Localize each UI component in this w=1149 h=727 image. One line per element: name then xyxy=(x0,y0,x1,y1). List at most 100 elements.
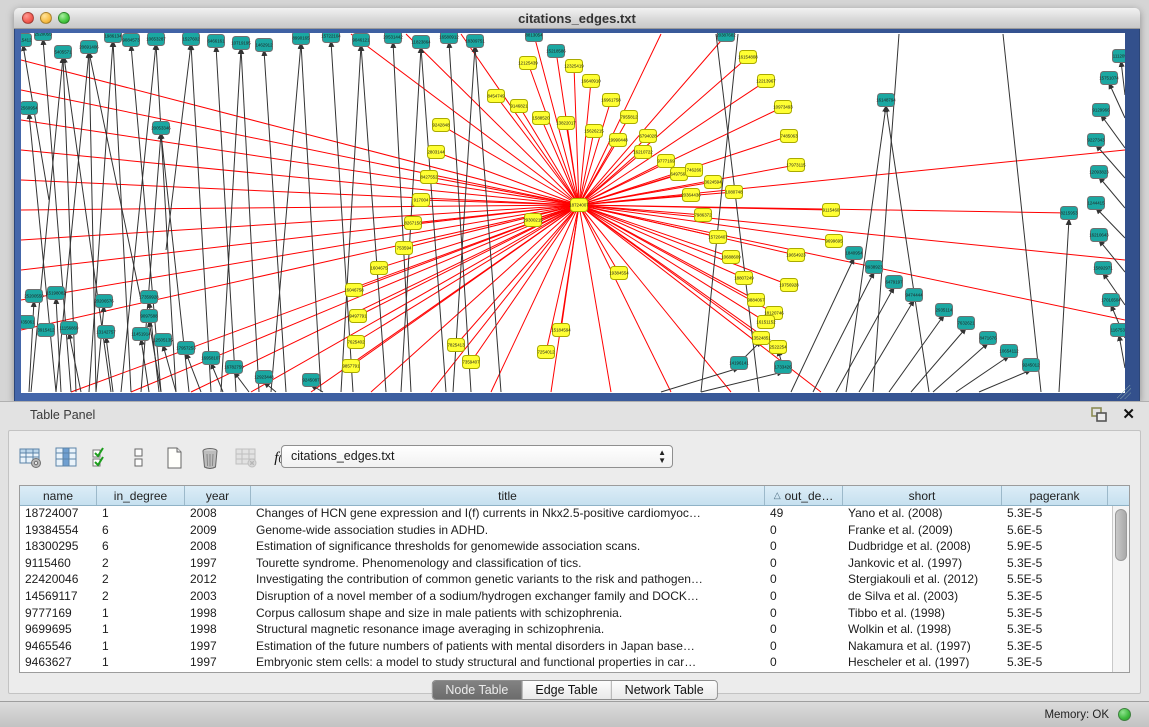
table-cell[interactable]: 5.3E-5 xyxy=(1002,589,1108,606)
graph-node[interactable] xyxy=(553,324,570,337)
graph-node[interactable] xyxy=(413,36,430,49)
graph-edge[interactable] xyxy=(701,372,783,392)
graph-edge[interactable] xyxy=(191,44,211,392)
graph-node[interactable] xyxy=(488,90,505,103)
table-cell[interactable]: 1998 xyxy=(185,606,251,623)
graph-node[interactable] xyxy=(405,217,422,230)
table-cell[interactable]: 0 xyxy=(765,606,843,623)
graph-node[interactable] xyxy=(96,295,113,308)
table-cell[interactable]: Wolkin et al. (1998) xyxy=(843,622,1002,639)
graph-node[interactable] xyxy=(256,39,273,52)
table-cell[interactable]: Investigating the contribution of common… xyxy=(251,572,765,589)
graph-node[interactable] xyxy=(153,122,170,135)
graph-edge[interactable] xyxy=(216,46,236,392)
table-row[interactable]: 2242004622012Investigating the contribut… xyxy=(20,572,1112,589)
window-titlebar[interactable]: citations_edges.txt xyxy=(14,8,1140,29)
graph-node[interactable] xyxy=(105,33,122,43)
table-cell[interactable]: de Silva et al. (2003) xyxy=(843,589,1002,606)
graph-node[interactable] xyxy=(635,146,652,159)
graph-node[interactable] xyxy=(433,119,450,132)
graph-edge[interactable] xyxy=(579,35,726,205)
graph-node[interactable] xyxy=(758,75,775,88)
graph-node[interactable] xyxy=(788,159,805,172)
graph-edge[interactable] xyxy=(471,205,579,362)
graph-edge[interactable] xyxy=(1059,219,1069,392)
graph-edge[interactable] xyxy=(241,48,259,392)
table-cell[interactable]: 0 xyxy=(765,556,843,573)
graph-node[interactable] xyxy=(1095,262,1112,275)
graph-node[interactable] xyxy=(208,35,225,48)
graph-node[interactable] xyxy=(1101,72,1118,85)
graph-node[interactable] xyxy=(226,361,243,374)
graph-node[interactable] xyxy=(781,279,798,292)
table-cell[interactable]: Estimation of significance thresholds fo… xyxy=(251,539,765,556)
table-cell[interactable]: 0 xyxy=(765,523,843,540)
graph-node[interactable] xyxy=(583,75,600,88)
table-cell[interactable]: 1997 xyxy=(185,639,251,656)
table-cell[interactable]: 1997 xyxy=(185,556,251,573)
graph-node[interactable] xyxy=(35,33,52,41)
graph-node[interactable] xyxy=(1001,345,1018,358)
graph-node[interactable] xyxy=(958,317,975,330)
table-cell[interactable]: Estimation of the future numbers of pati… xyxy=(251,639,765,656)
table-cell[interactable]: 5.5E-5 xyxy=(1002,572,1108,589)
graph-node[interactable] xyxy=(611,267,628,280)
table-cell[interactable]: 2 xyxy=(97,589,185,606)
table-cell[interactable]: 19384554 xyxy=(20,523,97,540)
vertical-scrollbar[interactable] xyxy=(1112,506,1129,672)
table-cell[interactable]: 5.3E-5 xyxy=(1002,506,1108,523)
graph-node[interactable] xyxy=(886,276,903,289)
graph-edge[interactable] xyxy=(836,287,894,392)
graph-edge[interactable] xyxy=(21,205,579,210)
graph-edge[interactable] xyxy=(271,43,301,392)
graph-edge[interactable] xyxy=(579,205,731,392)
graph-node[interactable] xyxy=(658,155,675,168)
table-cell[interactable]: 1998 xyxy=(185,622,251,639)
graph-node[interactable] xyxy=(1061,207,1078,220)
graph-node[interactable] xyxy=(1088,134,1105,147)
graph-edge[interactable] xyxy=(21,205,579,270)
graph-node[interactable] xyxy=(695,209,712,222)
table-row[interactable]: 977716911998Corpus callosum shape and si… xyxy=(20,606,1112,623)
graph-edge[interactable] xyxy=(889,315,944,392)
table-cell[interactable]: 1 xyxy=(97,606,185,623)
graph-edge[interactable] xyxy=(1121,61,1125,95)
graph-node[interactable] xyxy=(731,357,748,370)
table-cell[interactable]: 5.9E-5 xyxy=(1002,539,1108,556)
graph-node[interactable] xyxy=(823,204,840,217)
graph-edge[interactable] xyxy=(96,306,104,392)
graph-node[interactable] xyxy=(980,332,997,345)
graph-node[interactable] xyxy=(26,290,43,303)
graph-node[interactable] xyxy=(610,134,627,147)
graph-node[interactable] xyxy=(396,242,413,255)
graph-node[interactable] xyxy=(686,164,703,177)
graph-node[interactable] xyxy=(1111,324,1126,337)
graph-node[interactable] xyxy=(293,33,310,45)
tab-network-table[interactable]: Network Table xyxy=(612,681,717,699)
graph-node[interactable] xyxy=(323,33,340,43)
delete-table-icon[interactable] xyxy=(233,445,260,471)
graph-node[interactable] xyxy=(1093,104,1110,117)
table-mode-icon[interactable] xyxy=(17,445,44,471)
table-cell[interactable]: Embryonic stem cells: a model to study s… xyxy=(251,655,765,672)
graph-node[interactable] xyxy=(1091,166,1108,179)
graph-node[interactable] xyxy=(726,186,743,199)
graph-node[interactable] xyxy=(758,316,775,329)
graph-edge[interactable] xyxy=(191,205,579,392)
table-cell[interactable]: 2009 xyxy=(185,523,251,540)
table-cell[interactable]: 49 xyxy=(765,506,843,523)
table-row[interactable]: 946554611997Estimation of the future num… xyxy=(20,639,1112,656)
table-select-dropdown[interactable]: citations_edges.txt ▲▼ xyxy=(281,445,673,468)
new-column-icon[interactable] xyxy=(161,445,188,471)
graph-node[interactable] xyxy=(385,33,402,44)
graph-node[interactable] xyxy=(178,342,195,355)
graph-node[interactable] xyxy=(183,33,200,46)
graph-node[interactable] xyxy=(441,33,458,44)
graph-node[interactable] xyxy=(571,199,588,212)
graph-edge[interactable] xyxy=(574,66,579,205)
graph-node[interactable] xyxy=(155,334,172,347)
table-cell[interactable]: Hescheler et al. (1997) xyxy=(843,655,1002,672)
graph-edge[interactable] xyxy=(933,343,988,392)
graph-node[interactable] xyxy=(303,374,320,387)
graph-edge[interactable] xyxy=(791,258,854,392)
